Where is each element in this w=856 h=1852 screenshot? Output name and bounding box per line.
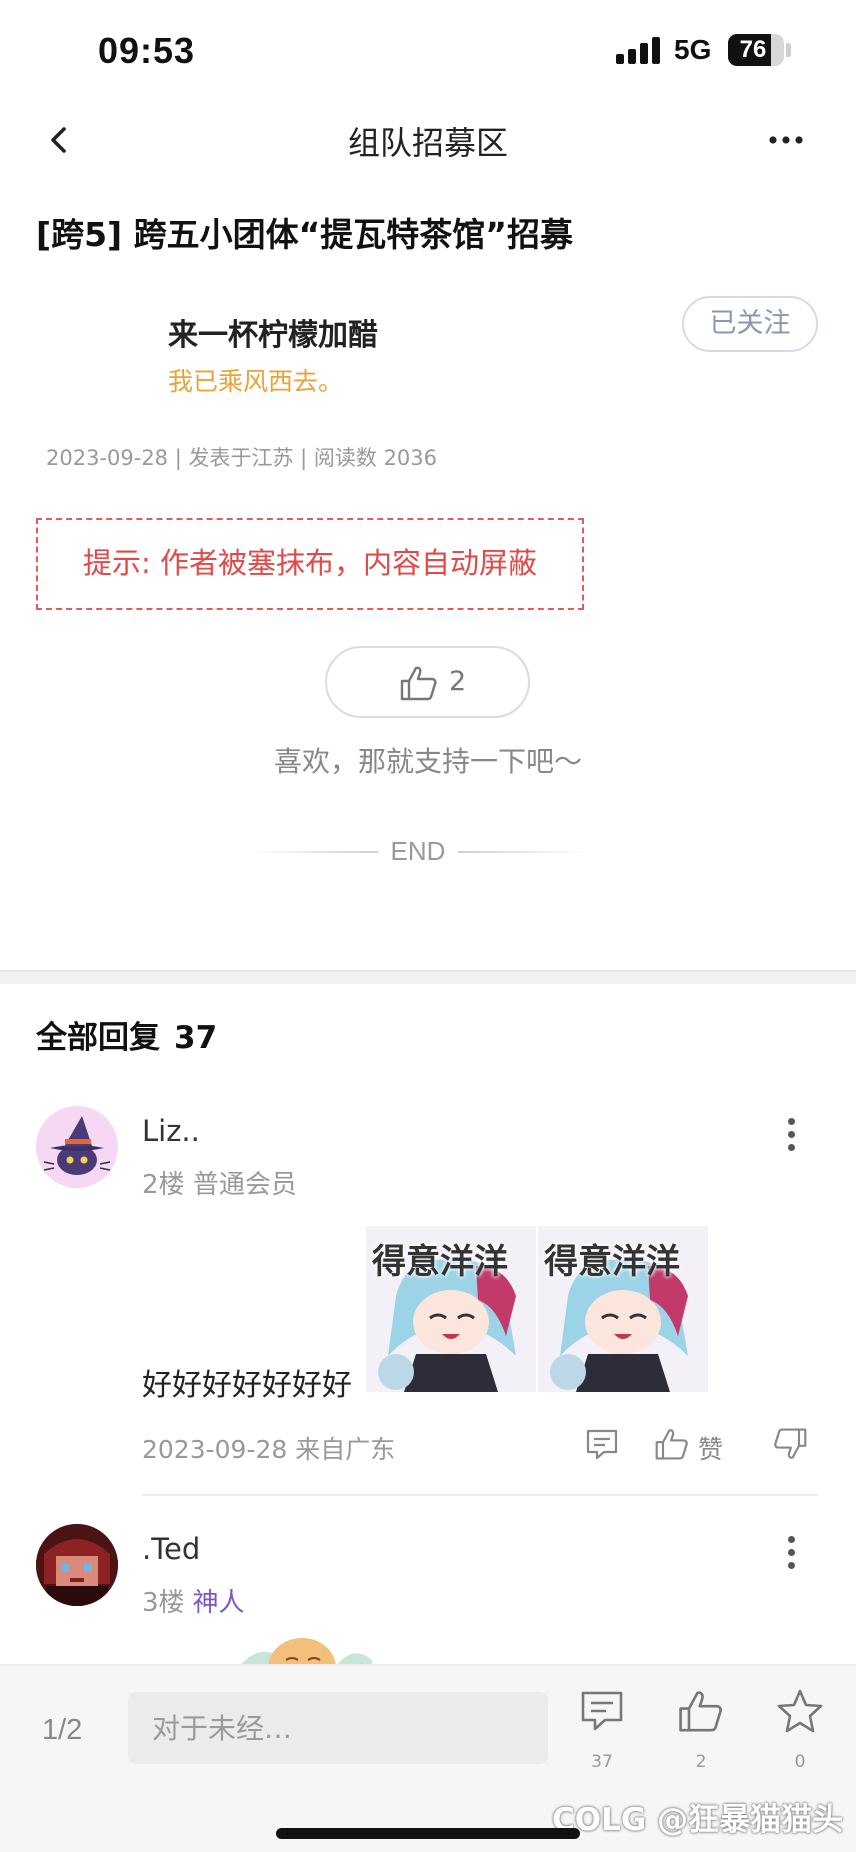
author-signature: 我已乘风西去。	[168, 367, 344, 396]
thumbs-up-icon	[655, 1429, 688, 1460]
watermark: COLG @狂暴猫猫头	[552, 1802, 844, 1838]
author-name[interactable]: 来一杯柠檬加醋	[168, 310, 378, 354]
likes-count: 2	[695, 1752, 707, 1772]
end-marker: END	[250, 834, 586, 870]
thumbs-up-icon	[399, 664, 439, 702]
support-text: 喜欢，那就支持一下吧～	[273, 745, 582, 778]
avatar[interactable]	[36, 1106, 118, 1188]
replies-title: 全部回复	[36, 1020, 160, 1056]
comment-input[interactable]	[128, 1692, 548, 1764]
section-divider	[0, 970, 856, 984]
red-character-avatar-icon	[36, 1524, 118, 1606]
reply-floor: 3楼	[142, 1588, 185, 1618]
battery-icon: 76	[728, 34, 784, 66]
sticker-image: 得意洋洋	[366, 1226, 536, 1392]
bottom-toolbar: 1/2 37 2 0 COLG @狂暴猫猫头	[0, 1664, 856, 1852]
avatar[interactable]	[36, 1524, 118, 1606]
reply-date: 2023-09-28 来自广东	[142, 1435, 396, 1464]
witch-cat-avatar-icon	[43, 1116, 111, 1175]
emoji-sticker-icon	[240, 1638, 372, 1666]
end-line-right	[458, 851, 586, 853]
reply-author-name[interactable]: Liz..	[142, 1114, 200, 1148]
replies-count: 37	[174, 1020, 218, 1056]
blocked-notice: 提示: 作者被塞抹布，内容自动屏蔽	[36, 518, 584, 610]
comment-icon	[581, 1691, 623, 1731]
sticker-caption: 得意洋洋	[544, 1242, 680, 1282]
follow-button[interactable]: 已关注	[682, 296, 818, 352]
thumbs-up-icon	[679, 1691, 722, 1732]
reply-more-icon[interactable]	[776, 1532, 806, 1572]
star-icon	[777, 1689, 823, 1733]
battery-level: 76	[739, 36, 767, 63]
post-like-button[interactable]: 2	[325, 646, 530, 718]
post-title: [跨5] 跨五小团体“提瓦特茶馆”招募	[36, 215, 573, 254]
network-type: 5G	[674, 34, 712, 65]
page-title: 组队招募区	[347, 124, 508, 162]
reply-role: 神人	[192, 1588, 245, 1618]
home-indicator	[276, 1828, 580, 1839]
more-horizontal-icon[interactable]	[766, 122, 806, 158]
reply-more-icon[interactable]	[776, 1114, 806, 1154]
favorite-button[interactable]: 0	[772, 1688, 828, 1778]
reply-floor-info: 3楼 神人	[142, 1582, 245, 1619]
post-meta: 2023-09-28 | 发表于江苏 | 阅读数 2036	[46, 446, 438, 470]
sticker-image: 得意洋洋	[538, 1226, 708, 1392]
page-indicator[interactable]: 1/2	[42, 1714, 82, 1747]
reply-separator	[142, 1494, 818, 1496]
thumbs-down-icon[interactable]	[772, 1426, 812, 1466]
reply-floor-info: 2楼 普通会员	[142, 1164, 297, 1201]
favorites-count: 0	[794, 1752, 806, 1772]
reply-author-name[interactable]: .Ted	[142, 1532, 200, 1566]
comments-button[interactable]: 37	[574, 1688, 630, 1778]
battery-tip	[786, 43, 791, 57]
reply-role: 普通会员	[192, 1170, 297, 1200]
reply-like-button[interactable]: 赞	[654, 1426, 738, 1466]
post-like-count: 2	[449, 666, 467, 697]
reply-floor: 2楼	[142, 1170, 185, 1200]
status-time: 09:53	[98, 30, 196, 71]
replies-header: 全部回复 37	[36, 1012, 217, 1057]
signal-icon	[616, 36, 662, 64]
status-bar: 09:53 5G 76	[0, 0, 856, 100]
reply-text: 好好好好好好好	[142, 1368, 352, 1403]
sticker-caption: 得意洋洋	[372, 1242, 508, 1282]
like-button[interactable]: 2	[673, 1688, 729, 1778]
reply-comment-icon[interactable]	[584, 1426, 624, 1466]
reply-like-label: 赞	[698, 1435, 724, 1464]
comments-count: 37	[591, 1752, 613, 1772]
nav-bar: 组队招募区	[0, 100, 856, 180]
